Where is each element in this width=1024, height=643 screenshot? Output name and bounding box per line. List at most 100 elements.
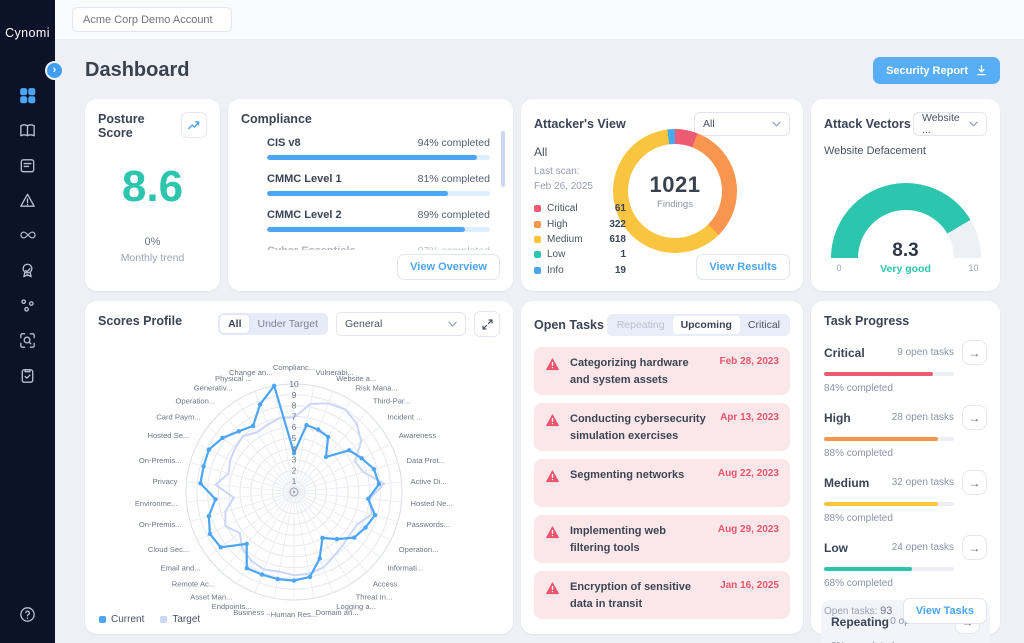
task-item[interactable]: Encryption of sensitive data in transitJ…: [534, 571, 790, 619]
task-list: Categorizing hardware and system assetsF…: [534, 347, 790, 619]
go-to-tasks-arrow-button[interactable]: →: [962, 405, 987, 430]
svg-text:On-Premis...: On-Premis...: [139, 520, 182, 529]
findings-donut-chart: 1021 Findings: [613, 129, 737, 253]
task-item[interactable]: Categorizing hardware and system assetsF…: [534, 347, 790, 395]
scores-radar-chart: 12345678910Complianc...Vulnerabi...Websi…: [98, 356, 500, 627]
account-selector-input[interactable]: [72, 7, 232, 32]
svg-text:3: 3: [292, 455, 297, 465]
compliance-item: CMMC Level 289% completed: [267, 209, 490, 232]
progress-bar: [824, 502, 954, 506]
note-icon[interactable]: [17, 154, 39, 176]
view-results-button[interactable]: View Results: [696, 254, 790, 280]
svg-text:Cloud Sec...: Cloud Sec...: [148, 545, 189, 554]
go-to-tasks-arrow-button[interactable]: →: [962, 470, 987, 495]
compliance-item: CIS v894% completed: [267, 137, 490, 160]
findings-legend: Critical61High322Medium618Low1Info19: [534, 201, 626, 278]
help-icon[interactable]: [17, 603, 39, 625]
scores-category-select[interactable]: General: [336, 312, 466, 336]
sidebar: Cynomi: [0, 0, 55, 643]
scores-scope-toggle: All Under Target: [218, 313, 328, 335]
book-icon[interactable]: [17, 119, 39, 141]
svg-text:Domain an...: Domain an...: [315, 608, 358, 617]
open-tasks-tabs: Repeating Upcoming Critical: [607, 314, 790, 336]
trend-chart-icon[interactable]: [181, 112, 207, 138]
progress-bar: [824, 372, 954, 376]
gauge-rating-label: Very good: [831, 263, 981, 275]
scrollbar-thumb[interactable]: [501, 131, 505, 187]
legend-item: Current: [99, 614, 144, 625]
view-tasks-button[interactable]: View Tasks: [903, 598, 987, 624]
card-title: Task Progress: [824, 314, 987, 328]
download-icon: [976, 65, 987, 76]
card-title: Posture Score: [98, 112, 181, 140]
attackers-filter-select[interactable]: All: [694, 112, 790, 136]
legend-item: Medium618: [534, 232, 626, 247]
task-item[interactable]: Implementing web filtering toolsAug 29, …: [534, 515, 790, 563]
legend-item: Low1: [534, 247, 626, 262]
svg-text:Operation...: Operation...: [399, 545, 439, 554]
expand-icon[interactable]: [474, 311, 500, 337]
warning-icon: [545, 357, 560, 371]
svg-text:Risk Mana...: Risk Mana...: [356, 384, 398, 393]
findings-label: Findings: [657, 199, 693, 210]
tab-repeating[interactable]: Repeating: [609, 316, 673, 334]
go-to-tasks-arrow-button[interactable]: →: [962, 340, 987, 365]
badge-icon[interactable]: [17, 259, 39, 281]
task-item[interactable]: Segmenting networksAug 22, 2023: [534, 459, 790, 507]
vectors-filter-select[interactable]: Website ...: [913, 112, 987, 136]
task-progress-card: Task Progress Critical9 open tasks→84% c…: [811, 301, 1000, 634]
warning-triangle-icon[interactable]: [17, 189, 39, 211]
svg-text:Human Res...: Human Res...: [271, 610, 317, 619]
sidebar-nav: [17, 84, 39, 603]
svg-text:Change an...: Change an...: [229, 368, 273, 377]
svg-text:Hosted Se...: Hosted Se...: [147, 431, 189, 440]
legend-item: Target: [160, 614, 200, 625]
gauge-score-value: 8.3: [831, 240, 981, 262]
compliance-list: CIS v894% completed CMMC Level 181% compl…: [267, 137, 490, 250]
progress-row: Critical9 open tasks→84% completed: [824, 340, 987, 394]
svg-text:Generativ...: Generativ...: [194, 384, 233, 393]
svg-text:Informati...: Informati...: [387, 564, 423, 573]
security-report-button[interactable]: Security Report: [873, 57, 1000, 84]
svg-text:Data Prot...: Data Prot...: [407, 456, 445, 465]
svg-text:4: 4: [292, 444, 297, 454]
nodes-icon[interactable]: [17, 294, 39, 316]
tab-upcoming[interactable]: Upcoming: [673, 316, 740, 334]
vector-name-label: Website Defacement: [824, 145, 987, 157]
svg-text:Hosted Ne...: Hosted Ne...: [411, 499, 453, 508]
view-overview-button[interactable]: View Overview: [397, 254, 500, 280]
svg-text:Card Paym...: Card Paym...: [156, 412, 200, 421]
svg-text:7: 7: [292, 411, 297, 421]
progress-row: Low24 open tasks→68% completed: [824, 535, 987, 589]
svg-text:Incident ...: Incident ...: [387, 412, 422, 421]
svg-text:Awareness: Awareness: [399, 431, 437, 440]
task-item[interactable]: Conducting cybersecurity simulation exer…: [534, 403, 790, 451]
scan-search-icon[interactable]: [17, 329, 39, 351]
legend-item: Critical61: [534, 201, 626, 216]
toggle-option-all[interactable]: All: [220, 315, 249, 333]
svg-text:Environme...: Environme...: [135, 499, 178, 508]
compliance-item: Cyber Essentials97% completed: [267, 245, 490, 250]
svg-text:Complianc...: Complianc...: [273, 363, 315, 372]
svg-text:Access: Access: [373, 579, 398, 588]
vector-gauge-chart: 8.3 Very good 0 10: [831, 183, 981, 258]
topbar: [55, 0, 1024, 40]
gauge-max-label: 10: [968, 263, 978, 273]
gauge-min-label: 0: [837, 263, 842, 273]
open-tasks-count: Open tasks: 93: [824, 605, 892, 617]
scores-profile-card: Scores Profile All Under Target General: [85, 301, 513, 634]
toggle-option-under-target[interactable]: Under Target: [249, 315, 326, 333]
infinity-icon[interactable]: [17, 224, 39, 246]
go-to-tasks-arrow-button[interactable]: →: [962, 535, 987, 560]
clipboard-icon[interactable]: [17, 364, 39, 386]
warning-icon: [545, 525, 560, 539]
posture-score-card: Posture Score 8.6 0% Monthly trend: [85, 99, 220, 291]
dashboard-grid-icon[interactable]: [17, 84, 39, 106]
tab-critical[interactable]: Critical: [740, 316, 788, 334]
compliance-item: CMMC Level 181% completed: [267, 173, 490, 196]
page-title: Dashboard: [85, 59, 189, 82]
compliance-card: Compliance CIS v894% completedCMMC Level…: [228, 99, 513, 291]
sidebar-collapse-button[interactable]: ›: [45, 61, 64, 80]
posture-score-value: 8.6: [98, 162, 207, 212]
progress-bar: [824, 437, 954, 441]
